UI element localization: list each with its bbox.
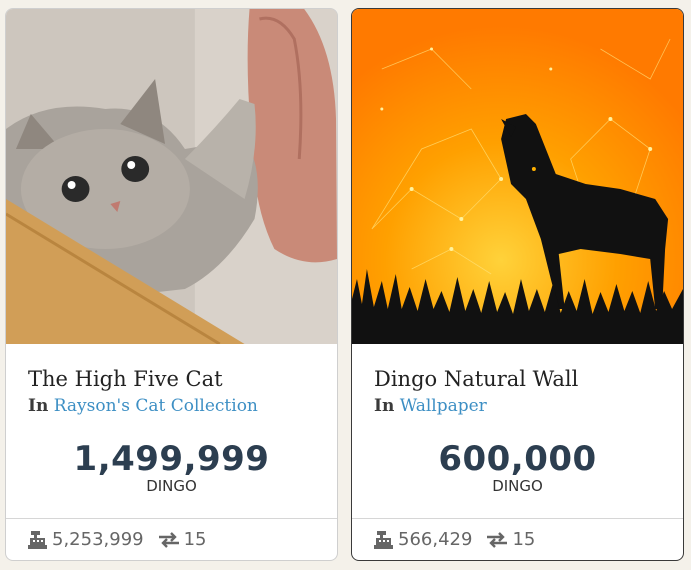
price-currency: DINGO xyxy=(146,477,197,495)
card-footer: 566,429 15 xyxy=(352,518,683,560)
card-footer: 5,253,999 15 xyxy=(6,518,337,560)
price-currency: DINGO xyxy=(492,477,543,495)
collection-line: In Rayson's Cat Collection xyxy=(28,396,258,416)
dingo-wallpaper-image[interactable] xyxy=(352,9,683,344)
nft-card[interactable]: The High Five Cat In Rayson's Cat Collec… xyxy=(5,8,338,561)
collection-line: In Wallpaper xyxy=(374,396,487,416)
collection-link[interactable]: Wallpaper xyxy=(400,396,487,416)
collection-prefix: In xyxy=(374,396,395,416)
price-value: 1,499,999 xyxy=(73,439,270,479)
volume-stat: 566,429 xyxy=(374,529,472,550)
volume-value: 5,253,999 xyxy=(52,529,144,550)
collection-link[interactable]: Rayson's Cat Collection xyxy=(54,396,258,416)
exchange-arrows-icon xyxy=(158,531,180,549)
card-title[interactable]: The High Five Cat xyxy=(28,367,223,391)
cat-photo-image[interactable] xyxy=(6,9,337,344)
price-value: 600,000 xyxy=(438,439,597,479)
volume-value: 566,429 xyxy=(398,529,473,550)
trades-value: 15 xyxy=(512,529,536,550)
exchange-arrows-icon xyxy=(486,531,508,549)
volume-stat: 5,253,999 xyxy=(28,529,144,550)
cash-register-icon xyxy=(28,530,48,549)
card-title[interactable]: Dingo Natural Wall xyxy=(374,367,578,391)
nft-card[interactable]: Dingo Natural Wall In Wallpaper 600,000 … xyxy=(351,8,684,561)
trades-stat: 15 xyxy=(486,529,535,550)
collection-prefix: In xyxy=(28,396,49,416)
trades-stat: 15 xyxy=(158,529,207,550)
trades-value: 15 xyxy=(183,529,207,550)
cash-register-icon xyxy=(374,530,394,549)
